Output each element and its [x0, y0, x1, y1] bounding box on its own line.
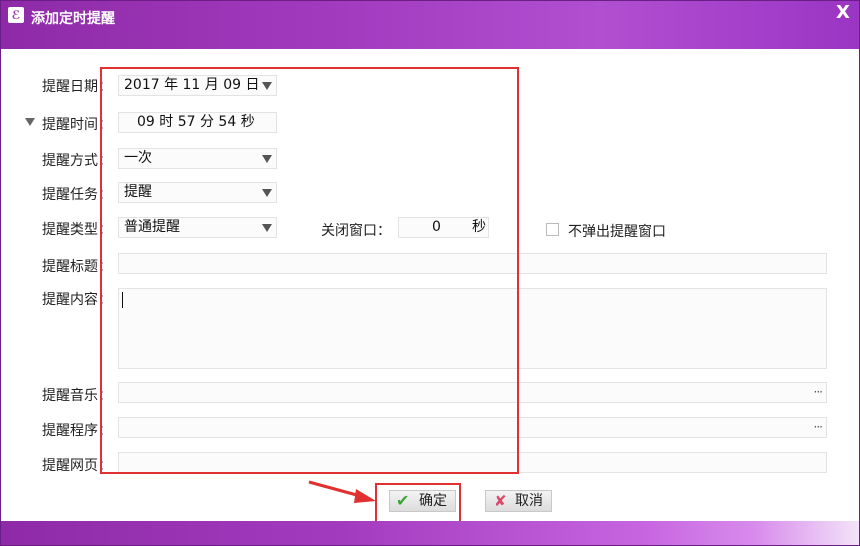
app-logo-icon: ℰ [8, 7, 24, 23]
type-value: 普通提醒 [124, 219, 180, 235]
date-value: 2017 年 11 月 09 日 [124, 77, 260, 93]
expand-triangle-icon[interactable] [25, 118, 35, 126]
close-window-value: 0 [432, 219, 441, 235]
mode-select[interactable]: 一次 [118, 148, 277, 169]
annotation-arrow-icon [308, 480, 376, 503]
title-label: 提醒标题： [42, 259, 112, 275]
program-label: 提醒程序： [42, 423, 112, 439]
cancel-label: 取消 [515, 493, 543, 509]
program-input[interactable]: ··· [118, 417, 827, 438]
task-label: 提醒任务： [42, 187, 112, 203]
no-popup-checkbox[interactable] [546, 223, 559, 236]
webpage-input[interactable] [118, 452, 827, 473]
ok-button[interactable]: ✔ 确定 [389, 490, 456, 512]
close-button[interactable]: X [833, 3, 853, 23]
seconds-unit: 秒 [472, 219, 486, 235]
bottom-bar [1, 521, 859, 545]
ok-label: 确定 [419, 493, 447, 509]
title-input[interactable] [118, 253, 827, 274]
dialog-title: 添加定时提醒 [31, 11, 115, 27]
mode-value: 一次 [124, 150, 152, 166]
webpage-label: 提醒网页： [42, 458, 112, 474]
type-label: 提醒类型： [42, 222, 112, 238]
type-select[interactable]: 普通提醒 [118, 217, 277, 238]
chevron-down-icon [262, 155, 272, 163]
no-popup-label: 不弹出提醒窗口 [568, 224, 666, 240]
task-select[interactable]: 提醒 [118, 182, 277, 203]
cancel-button[interactable]: ✘ 取消 [485, 490, 552, 512]
content-label: 提醒内容： [42, 292, 112, 308]
chevron-down-icon [262, 224, 272, 232]
time-label: 提醒时间： [42, 117, 112, 133]
time-field[interactable]: 09 时 57 分 54 秒 [118, 112, 277, 133]
content-textarea[interactable] [118, 288, 827, 369]
text-cursor [122, 292, 123, 308]
close-window-seconds-field[interactable]: 0 秒 [398, 217, 489, 238]
mode-label: 提醒方式： [42, 153, 112, 169]
browse-music-button[interactable]: ··· [814, 383, 824, 402]
close-window-label: 关闭窗口： [321, 223, 391, 239]
reminder-dialog: ℰ 添加定时提醒 X 提醒日期： 2017 年 11 月 09 日 提醒时间： … [0, 0, 860, 546]
time-value: 09 时 57 分 54 秒 [137, 114, 255, 130]
music-label: 提醒音乐： [42, 388, 112, 404]
date-label: 提醒日期： [42, 79, 112, 95]
browse-program-button[interactable]: ··· [814, 418, 824, 437]
task-value: 提醒 [124, 184, 152, 200]
music-input[interactable]: ··· [118, 382, 827, 403]
date-picker[interactable]: 2017 年 11 月 09 日 [118, 75, 277, 96]
chevron-down-icon [262, 189, 272, 197]
cross-icon: ✘ [494, 492, 507, 510]
title-bar: ℰ 添加定时提醒 X [1, 1, 859, 49]
chevron-down-icon [262, 82, 272, 90]
checkmark-icon: ✔ [396, 491, 410, 510]
